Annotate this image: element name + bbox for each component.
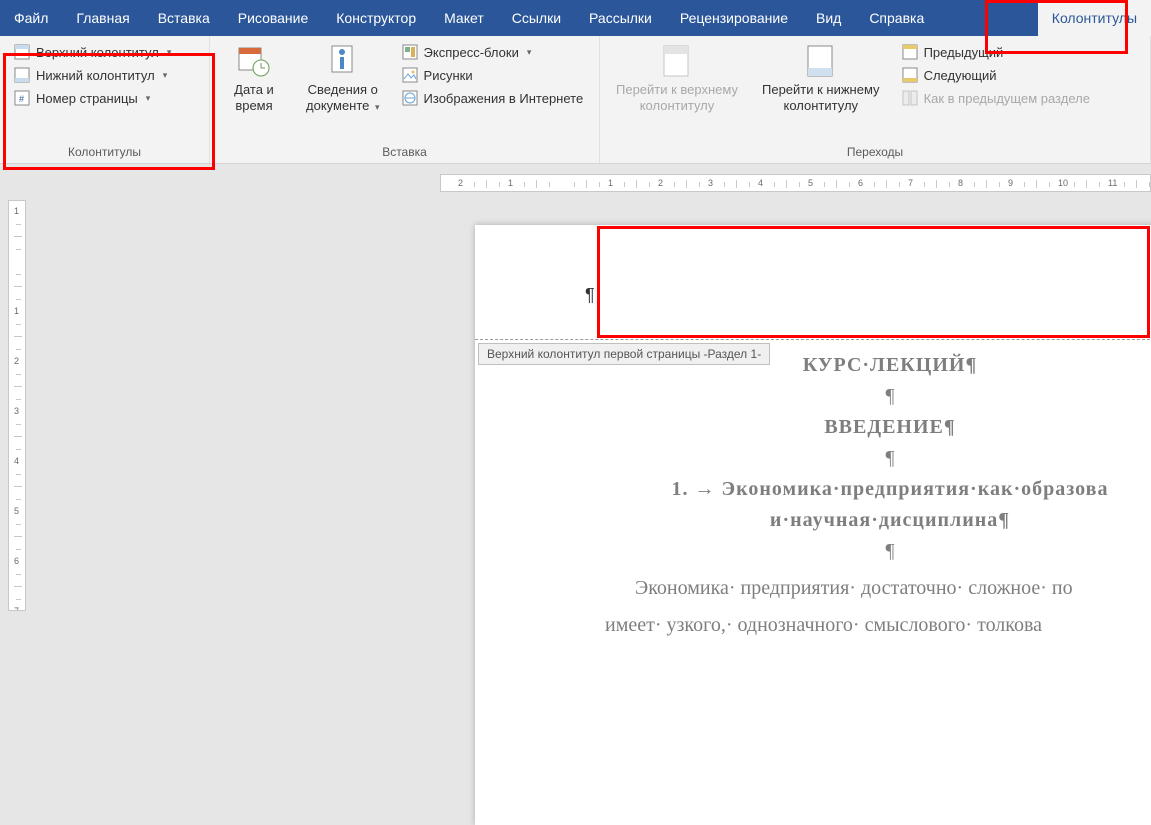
link-previous-button[interactable]: Как в предыдущем разделе xyxy=(898,88,1094,108)
online-pictures-label: Изображения в Интернете xyxy=(424,91,584,106)
ruler-horizontal[interactable] xyxy=(440,174,1151,192)
chevron-down-icon: ▾ xyxy=(163,70,168,81)
tab-layout[interactable]: Макет xyxy=(430,0,498,36)
goto-header-label-1: Перейти к верхнему xyxy=(616,82,738,98)
date-time-button[interactable]: Дата и время xyxy=(220,42,288,115)
ribbon: Верхний колонтитул ▾ Нижний колонтитул ▾… xyxy=(0,36,1151,164)
chevron-down-icon: ▾ xyxy=(167,47,172,58)
header-button[interactable]: Верхний колонтитул ▾ xyxy=(10,42,175,62)
tab-references[interactable]: Ссылки xyxy=(498,0,575,36)
ribbon-tabbar: Файл Главная Вставка Рисование Конструкт… xyxy=(0,0,1151,36)
doc-info-label-2: документе xyxy=(306,98,369,113)
group-label-insert: Вставка xyxy=(220,143,589,159)
doc-heading-1b: и·научная·дисциплина¶ xyxy=(605,505,1151,536)
doc-intro: ВВЕДЕНИЕ¶ xyxy=(605,412,1151,443)
pictures-button[interactable]: Рисунки xyxy=(398,65,588,85)
next-button[interactable]: Следующий xyxy=(898,65,1094,85)
tab-design[interactable]: Конструктор xyxy=(322,0,430,36)
tab-header-footer[interactable]: Колонтитулы xyxy=(1038,0,1151,36)
goto-header-icon xyxy=(660,44,694,78)
doc-info-label-1: Сведения о xyxy=(306,82,380,98)
doc-paragraph-line-2: имеет· узкого,· однозначного· смыслового… xyxy=(605,610,1151,641)
doc-blank-2: ¶ xyxy=(605,443,1151,474)
goto-footer-label-1: Перейти к нижнему xyxy=(762,82,880,98)
group-label-navigation: Переходы xyxy=(610,143,1140,159)
quick-parts-label: Экспресс-блоки xyxy=(424,45,519,60)
date-time-label-2: время xyxy=(234,98,274,114)
online-pictures-button[interactable]: Изображения в Интернете xyxy=(398,88,588,108)
footer-button[interactable]: Нижний колонтитул ▾ xyxy=(10,65,175,85)
tab-review[interactable]: Рецензирование xyxy=(666,0,802,36)
header-area[interactable]: ¶ xyxy=(475,225,1151,340)
tab-draw[interactable]: Рисование xyxy=(224,0,323,36)
next-label: Следующий xyxy=(924,68,997,83)
date-time-label-1: Дата и xyxy=(234,82,274,98)
goto-footer-icon xyxy=(804,44,838,78)
ribbon-group-headerfooter: Верхний колонтитул ▾ Нижний колонтитул ▾… xyxy=(0,36,210,163)
ribbon-group-insert: Дата и время Сведения о документе ▾ xyxy=(210,36,600,163)
svg-text:#: # xyxy=(19,94,24,104)
goto-header-button[interactable]: Перейти к верхнему колонтитулу xyxy=(610,42,744,115)
next-icon xyxy=(902,67,918,83)
doc-info-button[interactable]: Сведения о документе ▾ xyxy=(300,42,386,115)
page-number-button[interactable]: # Номер страницы ▾ xyxy=(10,88,175,108)
quick-parts-icon xyxy=(402,44,418,60)
cursor-pilcrow-icon: ¶ xyxy=(585,285,595,306)
online-pictures-icon xyxy=(402,90,418,106)
tab-help[interactable]: Справка xyxy=(855,0,938,36)
ruler-vertical[interactable] xyxy=(8,200,26,611)
group-label-headerfooter: Колонтитулы xyxy=(10,143,199,159)
previous-icon xyxy=(902,44,918,60)
header-label: Верхний колонтитул xyxy=(36,45,159,60)
previous-button[interactable]: Предыдущий xyxy=(898,42,1094,62)
doc-title: КУРС·ЛЕКЦИЙ¶ xyxy=(605,350,1151,381)
tab-home[interactable]: Главная xyxy=(62,0,143,36)
page-number-label: Номер страницы xyxy=(36,91,138,106)
document-page[interactable]: ¶ Верхний колонтитул первой страницы -Ра… xyxy=(475,225,1151,825)
link-previous-icon xyxy=(902,90,918,106)
link-previous-label: Как в предыдущем разделе xyxy=(924,91,1090,106)
doc-blank-3: ¶ xyxy=(605,536,1151,567)
previous-label: Предыдущий xyxy=(924,45,1004,60)
footer-icon xyxy=(14,67,30,83)
page-number-icon: # xyxy=(14,90,30,106)
document-body-text: КУРС·ЛЕКЦИЙ¶ ¶ ВВЕДЕНИЕ¶ ¶ 1. → Экономик… xyxy=(605,350,1151,641)
doc-info-icon xyxy=(326,44,360,78)
tab-file[interactable]: Файл xyxy=(0,0,62,36)
tab-mailings[interactable]: Рассылки xyxy=(575,0,666,36)
goto-header-label-2: колонтитулу xyxy=(616,98,738,114)
goto-footer-button[interactable]: Перейти к нижнему колонтитулу xyxy=(756,42,886,115)
doc-heading-1a: 1. → Экономика·предприятия·как·образова xyxy=(605,474,1151,505)
footer-label: Нижний колонтитул xyxy=(36,68,155,83)
tab-view[interactable]: Вид xyxy=(802,0,855,36)
doc-blank-1: ¶ xyxy=(605,381,1151,412)
goto-footer-label-2: колонтитулу xyxy=(762,98,880,114)
header-icon xyxy=(14,44,30,60)
chevron-down-icon: ▾ xyxy=(527,47,532,58)
chevron-down-icon: ▾ xyxy=(375,102,380,112)
pictures-label: Рисунки xyxy=(424,68,473,83)
tab-insert[interactable]: Вставка xyxy=(144,0,224,36)
pictures-icon xyxy=(402,67,418,83)
doc-paragraph-line-1: Экономика· предприятия· достаточно· слож… xyxy=(605,573,1151,604)
quick-parts-button[interactable]: Экспресс-блоки ▾ xyxy=(398,42,588,62)
chevron-down-icon: ▾ xyxy=(146,93,151,104)
date-time-icon xyxy=(237,44,271,78)
ribbon-group-navigation: Перейти к верхнему колонтитулу Перейти к… xyxy=(600,36,1151,163)
